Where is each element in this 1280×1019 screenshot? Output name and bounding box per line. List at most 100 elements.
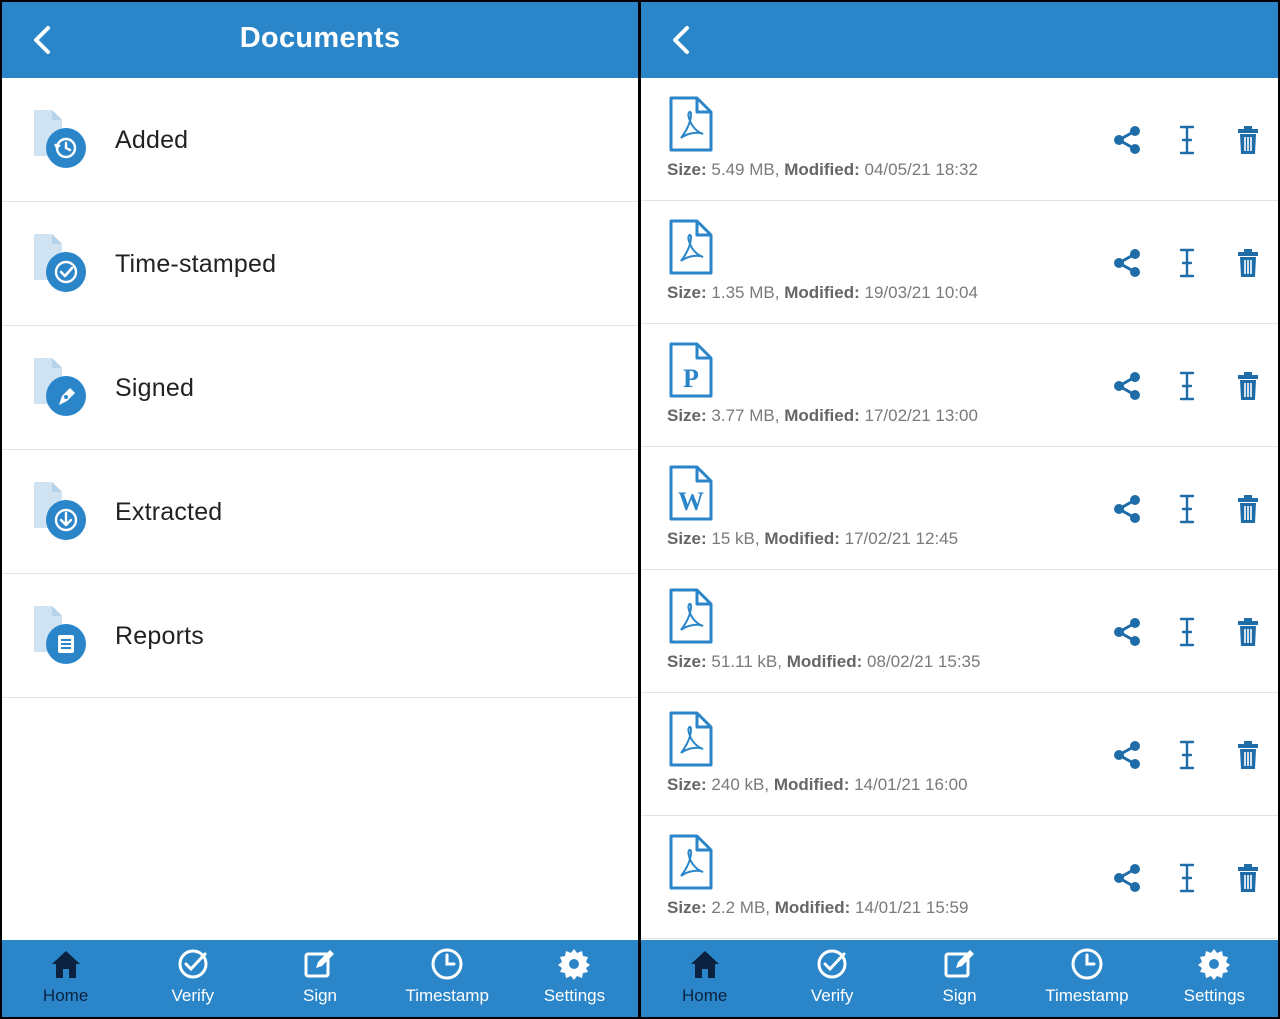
share-button[interactable] bbox=[1111, 370, 1143, 402]
category-item[interactable]: Extracted bbox=[2, 450, 638, 574]
text-cursor-button[interactable] bbox=[1171, 370, 1203, 402]
category-item[interactable]: Time-stamped bbox=[2, 202, 638, 326]
share-button[interactable] bbox=[1111, 862, 1143, 894]
file-size: 240 kB, bbox=[711, 775, 770, 794]
svg-text:P: P bbox=[683, 364, 699, 393]
text-cursor-button[interactable] bbox=[1171, 616, 1203, 648]
home-icon bbox=[48, 946, 84, 982]
bottom-nav: Home Verify Sign Timestamp Settings bbox=[641, 940, 1278, 1017]
word-file-icon[interactable]: W bbox=[667, 465, 715, 521]
header: Documents bbox=[2, 2, 638, 78]
share-icon bbox=[1111, 618, 1143, 652]
text-cursor-icon bbox=[1171, 371, 1203, 406]
timestamp-icon bbox=[429, 946, 465, 982]
size-label: Size: bbox=[667, 775, 707, 794]
category-label: Extracted bbox=[115, 498, 223, 526]
category-label: Added bbox=[115, 126, 189, 154]
size-label: Size: bbox=[667, 652, 707, 671]
sign-icon bbox=[942, 946, 978, 982]
text-cursor-icon bbox=[1171, 494, 1203, 529]
size-label: Size: bbox=[667, 898, 707, 917]
category-label: Reports bbox=[115, 622, 204, 650]
nav-sign[interactable]: Sign bbox=[896, 940, 1023, 1017]
text-cursor-icon bbox=[1171, 617, 1203, 652]
nav-verify[interactable]: Verify bbox=[768, 940, 895, 1017]
text-cursor-button[interactable] bbox=[1171, 862, 1203, 894]
delete-button[interactable] bbox=[1232, 616, 1264, 648]
nav-label: Timestamp bbox=[1045, 986, 1129, 1005]
nav-home[interactable]: Home bbox=[641, 940, 768, 1017]
modified-label: Modified: bbox=[773, 775, 850, 794]
file-modified: 14/01/21 16:00 bbox=[854, 775, 968, 794]
delete-button[interactable] bbox=[1232, 493, 1264, 525]
home-icon bbox=[687, 946, 723, 982]
trash-icon bbox=[1232, 249, 1264, 283]
nav-label: Sign bbox=[302, 986, 338, 1005]
delete-button[interactable] bbox=[1232, 370, 1264, 402]
category-item[interactable]: Signed bbox=[2, 326, 638, 450]
share-icon bbox=[1111, 495, 1143, 529]
pdf-file-icon[interactable] bbox=[667, 96, 715, 152]
file-size: 51.11 kB, bbox=[711, 652, 782, 671]
delete-button[interactable] bbox=[1232, 247, 1264, 279]
share-icon bbox=[1111, 372, 1143, 406]
share-button[interactable] bbox=[1111, 616, 1143, 648]
pdf-file-icon[interactable] bbox=[667, 834, 715, 890]
trash-icon bbox=[1232, 864, 1264, 898]
share-icon bbox=[1111, 249, 1143, 283]
nav-settings[interactable]: Settings bbox=[511, 940, 638, 1017]
modified-label: Modified: bbox=[764, 529, 840, 548]
file-row: Size: 51.11 kB, Modified: 08/02/21 15:35 bbox=[641, 570, 1278, 693]
nav-label: Settings bbox=[1183, 986, 1246, 1005]
file-row: W Size: 15 kB, Modified: 17/02/21 12:45 bbox=[641, 447, 1278, 570]
nav-home[interactable]: Home bbox=[2, 940, 129, 1017]
share-button[interactable] bbox=[1111, 739, 1143, 771]
file-modified: 17/02/21 12:45 bbox=[844, 529, 959, 548]
file-modified: 17/02/21 13:00 bbox=[864, 406, 978, 425]
text-cursor-button[interactable] bbox=[1171, 124, 1203, 156]
delete-button[interactable] bbox=[1232, 862, 1264, 894]
nav-timestamp[interactable]: Timestamp bbox=[1023, 940, 1150, 1017]
category-item[interactable]: Added bbox=[2, 78, 638, 202]
file-meta: Size: 240 kB, Modified: 14/01/21 16:00 bbox=[667, 775, 968, 795]
pdf-file-icon[interactable] bbox=[667, 711, 715, 767]
text-cursor-button[interactable] bbox=[1171, 739, 1203, 771]
file-size: 3.77 MB, bbox=[711, 406, 780, 425]
documents-screen: Documents Added Time-stamped Signed Extract… bbox=[2, 2, 638, 1017]
pdf-file-icon[interactable] bbox=[667, 588, 715, 644]
share-icon bbox=[1111, 864, 1143, 898]
back-button[interactable] bbox=[663, 20, 703, 60]
nav-timestamp[interactable]: Timestamp bbox=[384, 940, 511, 1017]
trash-icon bbox=[1232, 618, 1264, 652]
trash-icon bbox=[1232, 372, 1264, 406]
pdf-file-icon[interactable] bbox=[667, 219, 715, 275]
download-icon bbox=[28, 480, 90, 542]
bottom-nav: Home Verify Sign Timestamp Settings bbox=[2, 940, 638, 1017]
category-item[interactable]: Reports bbox=[2, 574, 638, 698]
file-modified: 08/02/21 15:35 bbox=[867, 652, 981, 671]
delete-button[interactable] bbox=[1232, 124, 1264, 156]
text-cursor-button[interactable] bbox=[1171, 247, 1203, 279]
nav-sign[interactable]: Sign bbox=[256, 940, 383, 1017]
share-button[interactable] bbox=[1111, 124, 1143, 156]
size-label: Size: bbox=[667, 160, 707, 179]
file-row: Size: 5.49 MB, Modified: 04/05/21 18:32 bbox=[641, 78, 1278, 201]
trash-icon bbox=[1232, 495, 1264, 529]
delete-button[interactable] bbox=[1232, 739, 1264, 771]
nav-label: Home bbox=[682, 986, 728, 1005]
file-size: 2.2 MB, bbox=[711, 898, 771, 917]
text-cursor-icon bbox=[1171, 863, 1203, 898]
size-label: Size: bbox=[667, 529, 707, 548]
check-circle-icon bbox=[28, 232, 90, 294]
size-label: Size: bbox=[667, 283, 707, 302]
share-button[interactable] bbox=[1111, 493, 1143, 525]
text-cursor-button[interactable] bbox=[1171, 493, 1203, 525]
nav-label: Settings bbox=[543, 986, 606, 1005]
file-size: 15 kB, bbox=[711, 529, 760, 548]
file-modified: 14/01/21 15:59 bbox=[855, 898, 969, 917]
share-button[interactable] bbox=[1111, 247, 1143, 279]
size-label: Size: bbox=[667, 406, 707, 425]
pages-file-icon[interactable]: P bbox=[667, 342, 715, 398]
nav-settings[interactable]: Settings bbox=[1151, 940, 1278, 1017]
nav-verify[interactable]: Verify bbox=[129, 940, 256, 1017]
